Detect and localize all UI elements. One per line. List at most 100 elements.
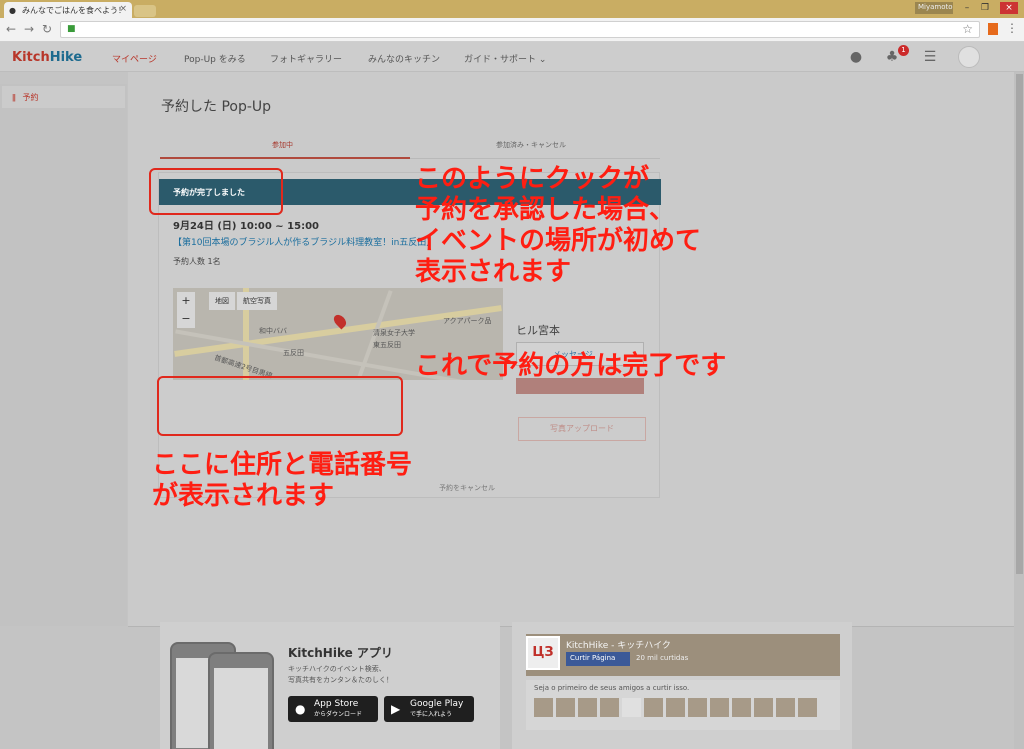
browser-menu-icon[interactable]: ⋮ <box>1006 21 1018 35</box>
fb-friends-text: Seja o primeiro de seus amigos a curtir … <box>534 684 690 692</box>
fb-like-count: 20 mil curtidas <box>636 654 689 662</box>
app-desc-line: キッチハイクのイベント検索、 <box>288 665 386 673</box>
friend-avatar[interactable] <box>688 698 707 717</box>
app-store-sub: からダウンロード <box>314 711 363 718</box>
map-label: 東五反田 <box>373 341 401 349</box>
web-page: KitchHike マイページ Pop-Up をみる フォトギャラリー みんなの… <box>0 42 1024 749</box>
checklist-icon[interactable]: ☰ <box>922 49 938 65</box>
maximize-icon[interactable]: ❐ <box>978 2 992 14</box>
facebook-widget: ЦЗ KitchHike - キッチハイク Curtir Página 20 m… <box>512 622 852 749</box>
map-label: アクアパーク品 <box>443 317 492 325</box>
annotation-address: ここに住所と電話番号 が表示されます <box>152 450 412 512</box>
photo-upload-button[interactable]: 写真アップロード <box>518 417 646 441</box>
window-close-icon[interactable]: × <box>1000 2 1018 14</box>
annotation-line: が表示されます <box>152 481 335 511</box>
avatar[interactable] <box>958 46 980 68</box>
friend-avatar[interactable] <box>622 698 641 717</box>
friend-avatar[interactable] <box>732 698 751 717</box>
page-title: 予約した Pop-Up <box>161 99 272 115</box>
annotation-line: このようにクックが <box>415 164 650 194</box>
map-label: 五反田 <box>283 349 304 357</box>
minimize-icon[interactable]: – <box>960 2 974 14</box>
reload-icon[interactable]: ↻ <box>42 22 52 36</box>
tab-title: みんなでごはんを食べよう！ <box>22 6 126 15</box>
annotation-done: これで予約の方は完了です <box>415 351 727 381</box>
map-label: 和中ババ <box>259 327 287 335</box>
close-tab-icon[interactable]: × <box>119 4 127 14</box>
map-type-satellite[interactable]: 航空写真 <box>237 292 277 310</box>
new-tab-button[interactable] <box>134 5 156 17</box>
reservation-count: 予約人数 1名 <box>173 257 221 266</box>
host-name: ヒル宮本 <box>516 324 560 337</box>
apple-icon: ● <box>295 702 306 716</box>
tab-past-cancelled[interactable]: 参加済み・キャンセル <box>496 140 566 150</box>
nav-kitchens[interactable]: みんなのキッチン <box>368 52 440 65</box>
sidebar: ǁ 予約 <box>0 84 127 626</box>
google-play-label: Google Play <box>410 699 464 709</box>
tab-active[interactable]: 参加中 <box>272 140 293 150</box>
lock-icon: ■ <box>67 24 76 34</box>
address-bar[interactable]: ■ ☆ <box>60 21 980 38</box>
profile-badge[interactable]: Miyamoto <box>915 2 953 14</box>
friend-avatar[interactable] <box>534 698 553 717</box>
forward-icon[interactable]: → <box>24 22 34 36</box>
app-promo-card: KitchHike アプリ キッチハイクのイベント検索、 写真共有をカンタン＆た… <box>160 622 500 749</box>
map-road <box>174 305 502 357</box>
annotation-line: ここに住所と電話番号 <box>152 450 413 480</box>
app-store-label: App Store <box>314 699 359 709</box>
friend-avatar[interactable] <box>600 698 619 717</box>
friend-avatar[interactable] <box>644 698 663 717</box>
annotation-line: 予約を承認した場合、 <box>415 195 676 225</box>
nav-guide-support[interactable]: ガイド・サポート ⌄ <box>464 52 546 65</box>
nav-photo-gallery[interactable]: フォトギャラリー <box>270 52 342 65</box>
app-store-button[interactable]: ● App Store からダウンロード <box>288 696 378 722</box>
friend-avatar[interactable] <box>556 698 575 717</box>
bookmark-star-icon[interactable]: ☆ <box>962 22 973 36</box>
status-highlight-box <box>149 168 283 215</box>
browser-tab[interactable]: ● みんなでごはんを食べよう！ × <box>4 2 132 18</box>
friend-avatar[interactable] <box>578 698 597 717</box>
browser-titlebar: ● みんなでごはんを食べよう！ × Miyamoto – ❐ × <box>0 0 1024 18</box>
notification-badge: 1 <box>898 45 909 56</box>
friend-avatar[interactable] <box>754 698 773 717</box>
nav-popup[interactable]: Pop-Up をみる <box>184 52 246 65</box>
annotation-line: 表示されます <box>415 257 572 287</box>
fork-knife-icon: ǁ <box>12 93 16 102</box>
address-highlight-box <box>157 376 403 436</box>
friend-avatar[interactable] <box>666 698 685 717</box>
app-title: KitchHike アプリ <box>288 646 393 660</box>
chat-icon[interactable]: ● <box>848 49 864 65</box>
google-play-sub: で手に入れよう <box>410 711 453 718</box>
map-zoom-control[interactable]: + − <box>177 292 195 328</box>
sidebar-item-label: 予約 <box>22 93 39 102</box>
favicon-icon: ● <box>9 6 16 15</box>
fb-like-button[interactable]: Curtir Página <box>566 652 630 666</box>
event-date: 9月24日 (日) 10:00 ~ 15:00 <box>173 221 319 232</box>
site-header: KitchHike マイページ Pop-Up をみる フォトギャラリー みんなの… <box>0 42 1024 72</box>
sidebar-item-reservations[interactable]: ǁ 予約 <box>2 86 125 108</box>
scroll-thumb[interactable] <box>1016 74 1023 574</box>
fb-page-logo[interactable]: ЦЗ <box>526 636 560 670</box>
app-description: キッチハイクのイベント検索、 写真共有をカンタン＆たのしく！ <box>288 664 468 686</box>
cancel-reservation-link[interactable]: 予約をキャンセル <box>439 483 495 493</box>
main-content: 予約した Pop-Up 参加中 参加済み・キャンセル 予約が完了しました 9月2… <box>128 72 1014 627</box>
app-desc-line: 写真共有をカンタン＆たのしく！ <box>288 676 393 684</box>
nav-mypage[interactable]: マイページ <box>112 52 157 65</box>
map-type-map[interactable]: 地図 <box>209 292 235 310</box>
tab-underline <box>160 157 410 159</box>
play-icon: ▶ <box>391 702 401 716</box>
nav-guide-label: ガイド・サポート <box>464 55 537 65</box>
back-icon[interactable]: ← <box>6 22 16 36</box>
map-label: 清泉女子大学 <box>373 329 415 337</box>
site-logo[interactable]: KitchHike <box>12 50 82 65</box>
friend-avatar[interactable] <box>798 698 817 717</box>
browser-toolbar: ← → ↻ ■ ☆ ⋮ <box>0 18 1024 42</box>
annotation-line: イベントの場所が初めて <box>415 226 702 256</box>
fb-friends-box: Seja o primeiro de seus amigos a curtir … <box>526 680 840 730</box>
phone-image <box>208 652 274 749</box>
google-play-button[interactable]: ▶ Google Play で手に入れよう <box>384 696 474 722</box>
friend-avatar[interactable] <box>710 698 729 717</box>
office-extension-icon[interactable] <box>988 23 998 35</box>
fb-page-name[interactable]: KitchHike - キッチハイク <box>566 638 671 651</box>
friend-avatar[interactable] <box>776 698 795 717</box>
